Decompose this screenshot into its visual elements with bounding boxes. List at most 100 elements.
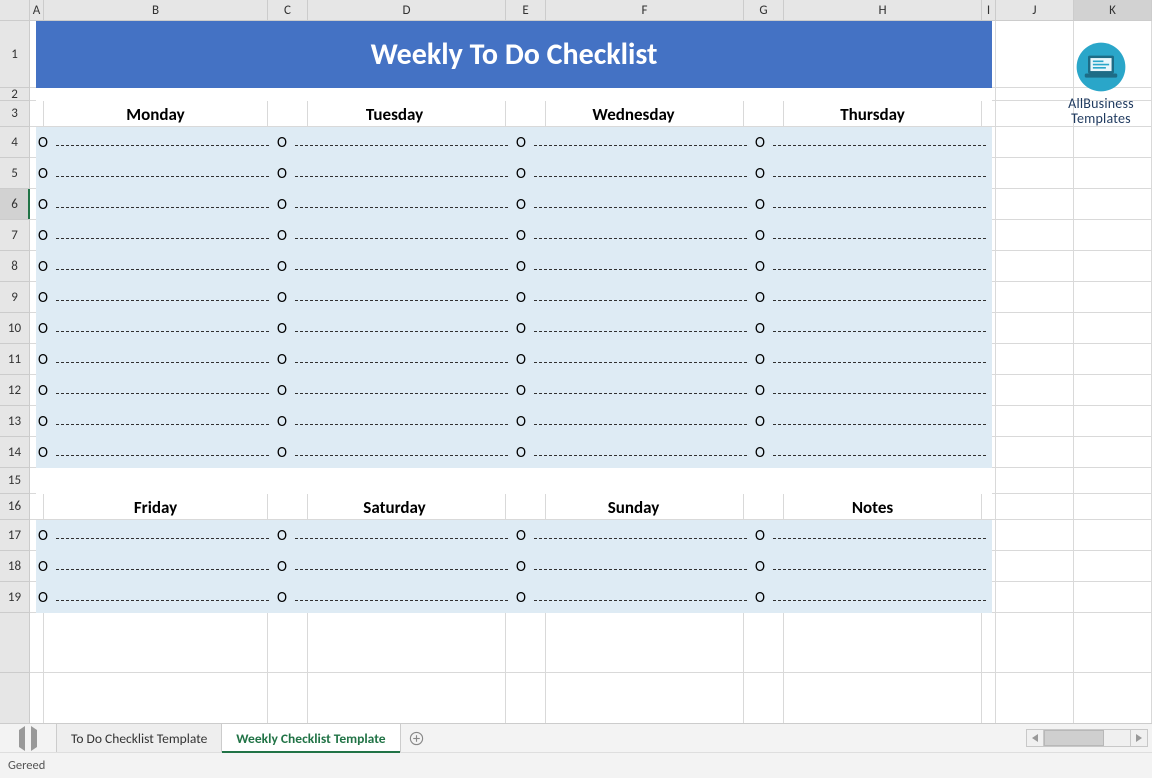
row-header-7[interactable]: 7 <box>0 220 29 251</box>
checklist-cell[interactable]: O <box>753 344 992 375</box>
row-header-15[interactable]: 15 <box>0 468 29 494</box>
col-header-D[interactable]: D <box>308 0 506 20</box>
checklist-cell[interactable]: O <box>514 220 753 251</box>
select-all-corner[interactable] <box>0 0 30 20</box>
checklist-cell[interactable]: O <box>275 344 514 375</box>
checklist-row[interactable]: OOOO <box>36 406 992 437</box>
checklist-cell[interactable]: O <box>514 189 753 220</box>
checklist-cell[interactable]: O <box>275 189 514 220</box>
checklist-cell[interactable]: O <box>36 520 275 551</box>
row-header-11[interactable]: 11 <box>0 344 29 375</box>
row-header-20[interactable] <box>0 613 29 673</box>
checklist-cell[interactable]: O <box>753 551 992 582</box>
checklist-cell[interactable]: O <box>275 220 514 251</box>
checklist-cell[interactable]: O <box>753 158 992 189</box>
checklist-row[interactable]: OOOO <box>36 158 992 189</box>
checklist-cell[interactable]: O <box>753 375 992 406</box>
checklist-row[interactable]: OOOO <box>36 251 992 282</box>
checklist-cell[interactable]: O <box>275 406 514 437</box>
sheet-tab-1[interactable]: Weekly Checklist Template <box>222 724 400 752</box>
checklist-cell[interactable]: O <box>275 520 514 551</box>
checklist-cell[interactable]: O <box>275 313 514 344</box>
checklist-cell[interactable]: O <box>275 251 514 282</box>
cells-area[interactable]: Weekly To Do Checklist MondayTuesdayWedn… <box>30 21 1152 723</box>
checklist-cell[interactable]: O <box>753 127 992 158</box>
checklist-cell[interactable]: O <box>514 344 753 375</box>
checklist-cell[interactable]: O <box>36 582 275 613</box>
tab-nav-prev-icon[interactable] <box>19 730 25 747</box>
checklist-cell[interactable]: O <box>36 406 275 437</box>
checklist-cell[interactable]: O <box>36 344 275 375</box>
checklist-cell[interactable]: O <box>753 220 992 251</box>
checklist-row[interactable]: OOOO <box>36 220 992 251</box>
row-header-6[interactable]: 6 <box>0 189 29 220</box>
row-header-9[interactable]: 9 <box>0 282 29 313</box>
checklist-cell[interactable]: O <box>36 127 275 158</box>
add-sheet-button[interactable] <box>401 724 433 752</box>
checklist-row[interactable]: OOOO <box>36 437 992 468</box>
checklist-row[interactable]: OOOO <box>36 127 992 158</box>
scroll-right-button[interactable] <box>1130 729 1148 747</box>
checklist-cell[interactable]: O <box>36 437 275 468</box>
row-header-13[interactable]: 13 <box>0 406 29 437</box>
row-header-4[interactable]: 4 <box>0 127 29 158</box>
row-header-12[interactable]: 12 <box>0 375 29 406</box>
checklist-row[interactable]: OOOO <box>36 313 992 344</box>
checklist-cell[interactable]: O <box>275 282 514 313</box>
checklist-cell[interactable]: O <box>36 189 275 220</box>
sheet-tab-0[interactable]: To Do Checklist Template <box>56 724 222 752</box>
checklist-cell[interactable]: O <box>36 220 275 251</box>
checklist-cell[interactable]: O <box>514 520 753 551</box>
checklist-cell[interactable]: O <box>36 251 275 282</box>
row-header-8[interactable]: 8 <box>0 251 29 282</box>
checklist-cell[interactable]: O <box>514 127 753 158</box>
checklist-cell[interactable]: O <box>753 437 992 468</box>
scroll-thumb[interactable] <box>1044 730 1104 746</box>
checklist-row[interactable]: OOOO <box>36 282 992 313</box>
checklist-cell[interactable]: O <box>753 251 992 282</box>
col-header-I[interactable]: I <box>982 0 996 20</box>
checklist-cell[interactable]: O <box>514 375 753 406</box>
checklist-cell[interactable]: O <box>753 313 992 344</box>
row-header-2[interactable]: 2 <box>0 88 29 101</box>
row-header-19[interactable]: 19 <box>0 582 29 613</box>
tab-nav-next-icon[interactable] <box>31 730 37 747</box>
col-header-H[interactable]: H <box>784 0 982 20</box>
checklist-cell[interactable]: O <box>36 313 275 344</box>
col-header-G[interactable]: G <box>744 0 784 20</box>
col-header-F[interactable]: F <box>546 0 744 20</box>
checklist-cell[interactable]: O <box>275 437 514 468</box>
checklist-cell[interactable]: O <box>275 127 514 158</box>
row-header-5[interactable]: 5 <box>0 158 29 189</box>
checklist-row[interactable]: OOOO <box>36 582 992 613</box>
checklist-cell[interactable]: O <box>514 282 753 313</box>
checklist-cell[interactable]: O <box>275 551 514 582</box>
checklist-cell[interactable]: O <box>514 437 753 468</box>
checklist-row[interactable]: OOOO <box>36 551 992 582</box>
row-header-10[interactable]: 10 <box>0 313 29 344</box>
checklist-cell[interactable]: O <box>275 582 514 613</box>
checklist-cell[interactable]: O <box>753 582 992 613</box>
row-header-14[interactable]: 14 <box>0 437 29 468</box>
checklist-cell[interactable]: O <box>36 375 275 406</box>
checklist-row[interactable]: OOOO <box>36 189 992 220</box>
checklist-cell[interactable]: O <box>514 406 753 437</box>
row-header-18[interactable]: 18 <box>0 551 29 582</box>
col-header-K[interactable]: K <box>1074 0 1152 20</box>
col-header-C[interactable]: C <box>268 0 308 20</box>
row-header-3[interactable]: 3 <box>0 101 29 127</box>
checklist-cell[interactable]: O <box>36 282 275 313</box>
checklist-cell[interactable]: O <box>514 582 753 613</box>
checklist-row[interactable]: OOOO <box>36 520 992 551</box>
checklist-cell[interactable]: O <box>514 551 753 582</box>
row-header-1[interactable]: 1 <box>0 21 29 88</box>
checklist-cell[interactable]: O <box>753 520 992 551</box>
row-header-17[interactable]: 17 <box>0 520 29 551</box>
checklist-row[interactable]: OOOO <box>36 344 992 375</box>
checklist-cell[interactable]: O <box>514 313 753 344</box>
checklist-cell[interactable]: O <box>36 158 275 189</box>
checklist-cell[interactable]: O <box>753 189 992 220</box>
checklist-cell[interactable]: O <box>36 551 275 582</box>
col-header-A[interactable]: A <box>30 0 44 20</box>
checklist-cell[interactable]: O <box>275 375 514 406</box>
